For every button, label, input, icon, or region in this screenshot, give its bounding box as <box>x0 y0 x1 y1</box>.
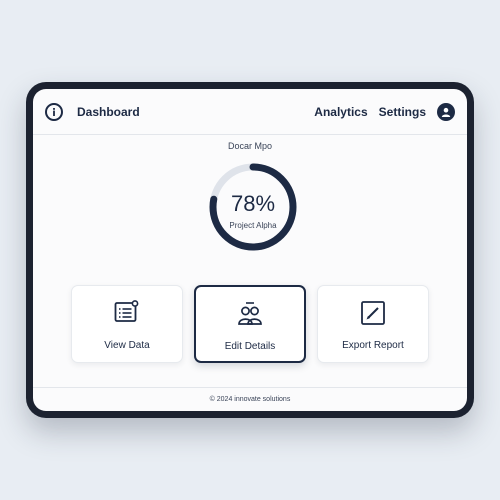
tablet-frame: Dashboard Analytics Settings Docar Mpo 7… <box>26 82 474 418</box>
copyright-text: © 2024 innovate solutions <box>209 396 291 403</box>
edit-details-card[interactable]: Edit Details <box>194 285 306 363</box>
export-report-label: Export Report <box>342 340 404 351</box>
edit-export-icon <box>361 301 385 325</box>
edit-details-label: Edit Details <box>224 341 276 352</box>
nav-analytics-link[interactable]: Analytics <box>314 105 367 119</box>
export-report-card[interactable]: Export Report <box>317 285 429 363</box>
progress-gauge: 78% Project Alpha <box>207 161 299 253</box>
app-screen: Dashboard Analytics Settings Docar Mpo 7… <box>33 89 467 411</box>
nav-settings-link[interactable]: Settings <box>379 105 426 119</box>
top-bar: Dashboard Analytics Settings <box>33 89 467 135</box>
action-cards: View Data Edit Details Export Report <box>71 285 429 363</box>
user-avatar-icon[interactable] <box>437 102 455 121</box>
list-data-icon <box>114 300 139 322</box>
view-data-label: View Data <box>104 340 150 351</box>
footer: © 2024 innovate solutions <box>33 387 467 411</box>
info-logo-icon[interactable] <box>45 102 63 121</box>
page-title: Dashboard <box>77 104 140 119</box>
users-icon <box>238 302 262 325</box>
project-label: Project Alpha <box>229 221 277 230</box>
progress-value: 78% <box>230 191 276 216</box>
widget-title: Docar Mpo <box>227 141 272 151</box>
view-data-card[interactable]: View Data <box>71 285 183 363</box>
